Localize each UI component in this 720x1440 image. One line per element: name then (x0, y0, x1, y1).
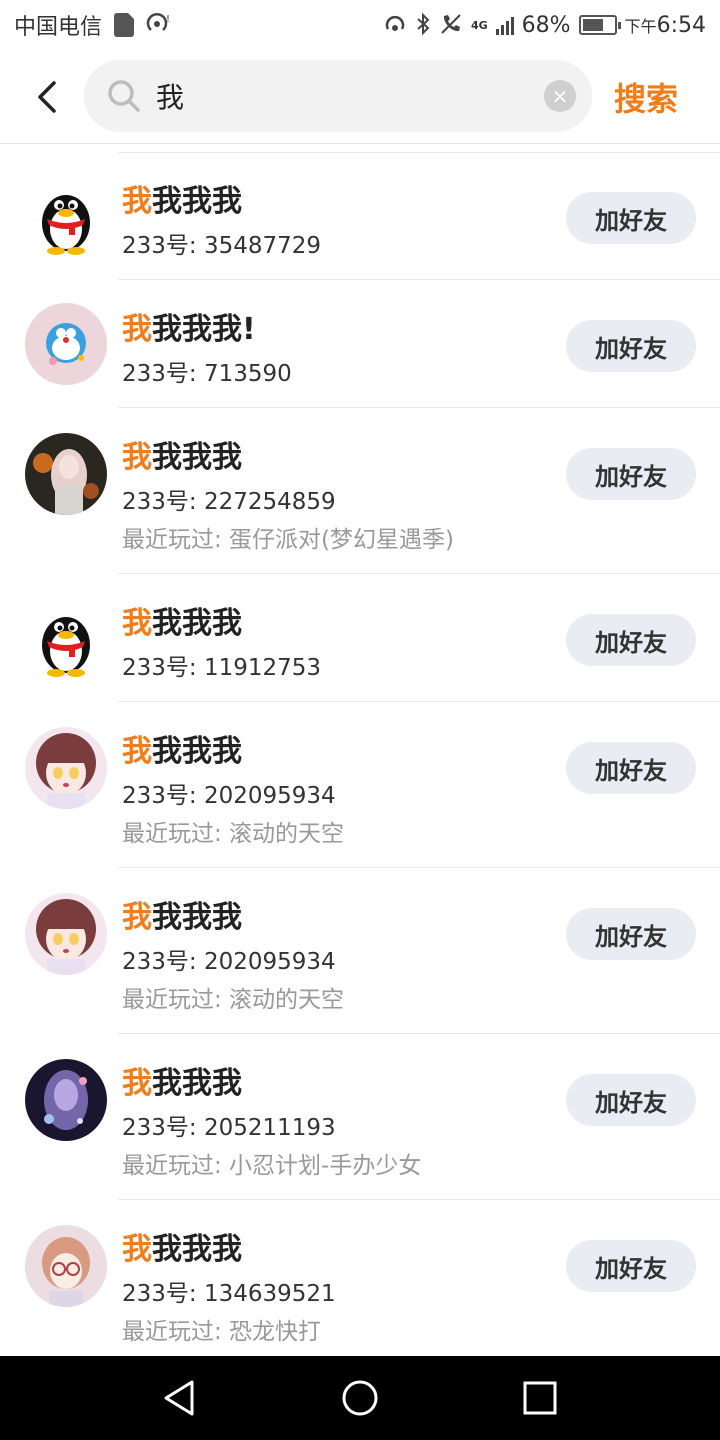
avatar[interactable] (25, 893, 107, 975)
clock-time: 6:54 (656, 12, 706, 38)
user-id: 233号: 205211193 (122, 1115, 336, 1141)
list-item[interactable]: 我我我我 233号: 35487729 加好友 (0, 152, 720, 280)
recently-played: 最近玩过: 小忍计划-手办少女 (122, 1153, 422, 1179)
user-name: 我我我我 (122, 432, 242, 476)
recently-played: 最近玩过: 蛋仔派对(梦幻星遇季) (122, 527, 455, 553)
avatar[interactable] (25, 175, 107, 257)
sd-card-icon (114, 13, 135, 37)
user-id: 233号: 134639521 (122, 1281, 336, 1307)
user-name: 我我我我 (122, 598, 242, 642)
recently-played: 最近玩过: 滚动的天空 (122, 987, 345, 1013)
system-nav-bar (0, 1356, 720, 1440)
list-item[interactable]: 我我我我 233号: 134639521 最近玩过: 恐龙快打 加好友 (0, 1200, 720, 1366)
add-friend-button[interactable]: 加好友 (566, 1240, 696, 1292)
bluetooth-icon (415, 12, 431, 39)
status-bar: 中国电信 ! 4G 68% 下午 6:54 (0, 0, 720, 50)
user-name: 我我我我 (122, 1224, 242, 1268)
avatar[interactable] (25, 433, 107, 515)
name-rest: 我我我 (152, 606, 242, 641)
search-header: 我 × 搜索 (0, 50, 720, 144)
name-rest: 我我我 (152, 734, 242, 769)
name-rest: 我我我 (152, 440, 242, 475)
name-highlight: 我 (122, 1066, 152, 1101)
carrier-label: 中国电信 (14, 15, 103, 40)
no-sim-call-icon (439, 12, 463, 39)
name-rest: 我我我 (152, 1066, 242, 1101)
user-name: 我我我我 (122, 1058, 242, 1102)
name-highlight: 我 (122, 312, 152, 347)
list-item[interactable]: 我我我我 233号: 202095934 最近玩过: 滚动的天空 加好友 (0, 868, 720, 1034)
user-id: 233号: 35487729 (122, 233, 322, 259)
name-highlight: 我 (122, 184, 152, 219)
hotspot-icon: ! (146, 12, 172, 39)
user-id: 233号: 202095934 (122, 783, 336, 809)
list-item[interactable]: 我我我我 233号: 227254859 最近玩过: 蛋仔派对(梦幻星遇季) 加好友 (0, 408, 720, 574)
home-circle-icon[interactable] (340, 1378, 380, 1418)
name-highlight: 我 (122, 440, 152, 475)
name-rest: 我我我 (152, 1232, 242, 1267)
add-friend-button[interactable]: 加好友 (566, 320, 696, 372)
avatar[interactable] (25, 1059, 107, 1141)
search-button[interactable]: 搜索 (614, 74, 678, 120)
name-highlight: 我 (122, 1232, 152, 1267)
search-icon (108, 80, 140, 112)
wireless-icon (383, 13, 407, 38)
search-query[interactable]: 我 (156, 76, 544, 116)
search-input[interactable]: 我 × (84, 60, 592, 132)
back-triangle-icon[interactable] (160, 1378, 200, 1418)
recently-played: 最近玩过: 滚动的天空 (122, 821, 345, 847)
time-prefix: 下午 (624, 17, 657, 36)
back-button[interactable] (22, 72, 72, 122)
user-id: 233号: 202095934 (122, 949, 336, 975)
name-highlight: 我 (122, 900, 152, 935)
avatar[interactable] (25, 303, 107, 385)
chevron-left-icon (38, 81, 56, 113)
name-highlight: 我 (122, 606, 152, 641)
add-friend-button[interactable]: 加好友 (566, 908, 696, 960)
list-item[interactable]: 我我我我 233号: 202095934 最近玩过: 滚动的天空 加好友 (0, 702, 720, 868)
user-id: 233号: 11912753 (122, 655, 322, 681)
battery-percent: 68% (521, 12, 571, 38)
user-id: 233号: 227254859 (122, 489, 336, 515)
signal-strength-icon (495, 15, 514, 35)
list-item[interactable]: 我我我我! 233号: 713590 加好友 (0, 280, 720, 408)
battery-icon (578, 15, 621, 35)
add-friend-button[interactable]: 加好友 (566, 448, 696, 500)
list-item[interactable]: 我我我我 233号: 205211193 最近玩过: 小忍计划-手办少女 加好友 (0, 1034, 720, 1200)
user-id: 233号: 713590 (122, 361, 292, 387)
avatar[interactable] (25, 597, 107, 679)
add-friend-button[interactable]: 加好友 (566, 192, 696, 244)
name-rest: 我我我! (152, 312, 256, 347)
clear-icon[interactable]: × (544, 80, 576, 112)
recently-played: 最近玩过: 恐龙快打 (122, 1319, 322, 1345)
avatar[interactable] (25, 1225, 107, 1307)
add-friend-button[interactable]: 加好友 (566, 1074, 696, 1126)
user-name: 我我我我 (122, 176, 242, 220)
user-name: 我我我我! (122, 304, 256, 348)
name-rest: 我我我 (152, 900, 242, 935)
svg-text:!: ! (166, 14, 170, 25)
name-highlight: 我 (122, 734, 152, 769)
user-name: 我我我我 (122, 726, 242, 770)
network-type-label: 4G (470, 18, 488, 32)
list-item[interactable]: 我我我我 233号: 11912753 加好友 (0, 574, 720, 702)
user-name: 我我我我 (122, 892, 242, 936)
add-friend-button[interactable]: 加好友 (566, 742, 696, 794)
avatar[interactable] (25, 727, 107, 809)
add-friend-button[interactable]: 加好友 (566, 614, 696, 666)
name-rest: 我我我 (152, 184, 242, 219)
recents-square-icon[interactable] (520, 1378, 560, 1418)
